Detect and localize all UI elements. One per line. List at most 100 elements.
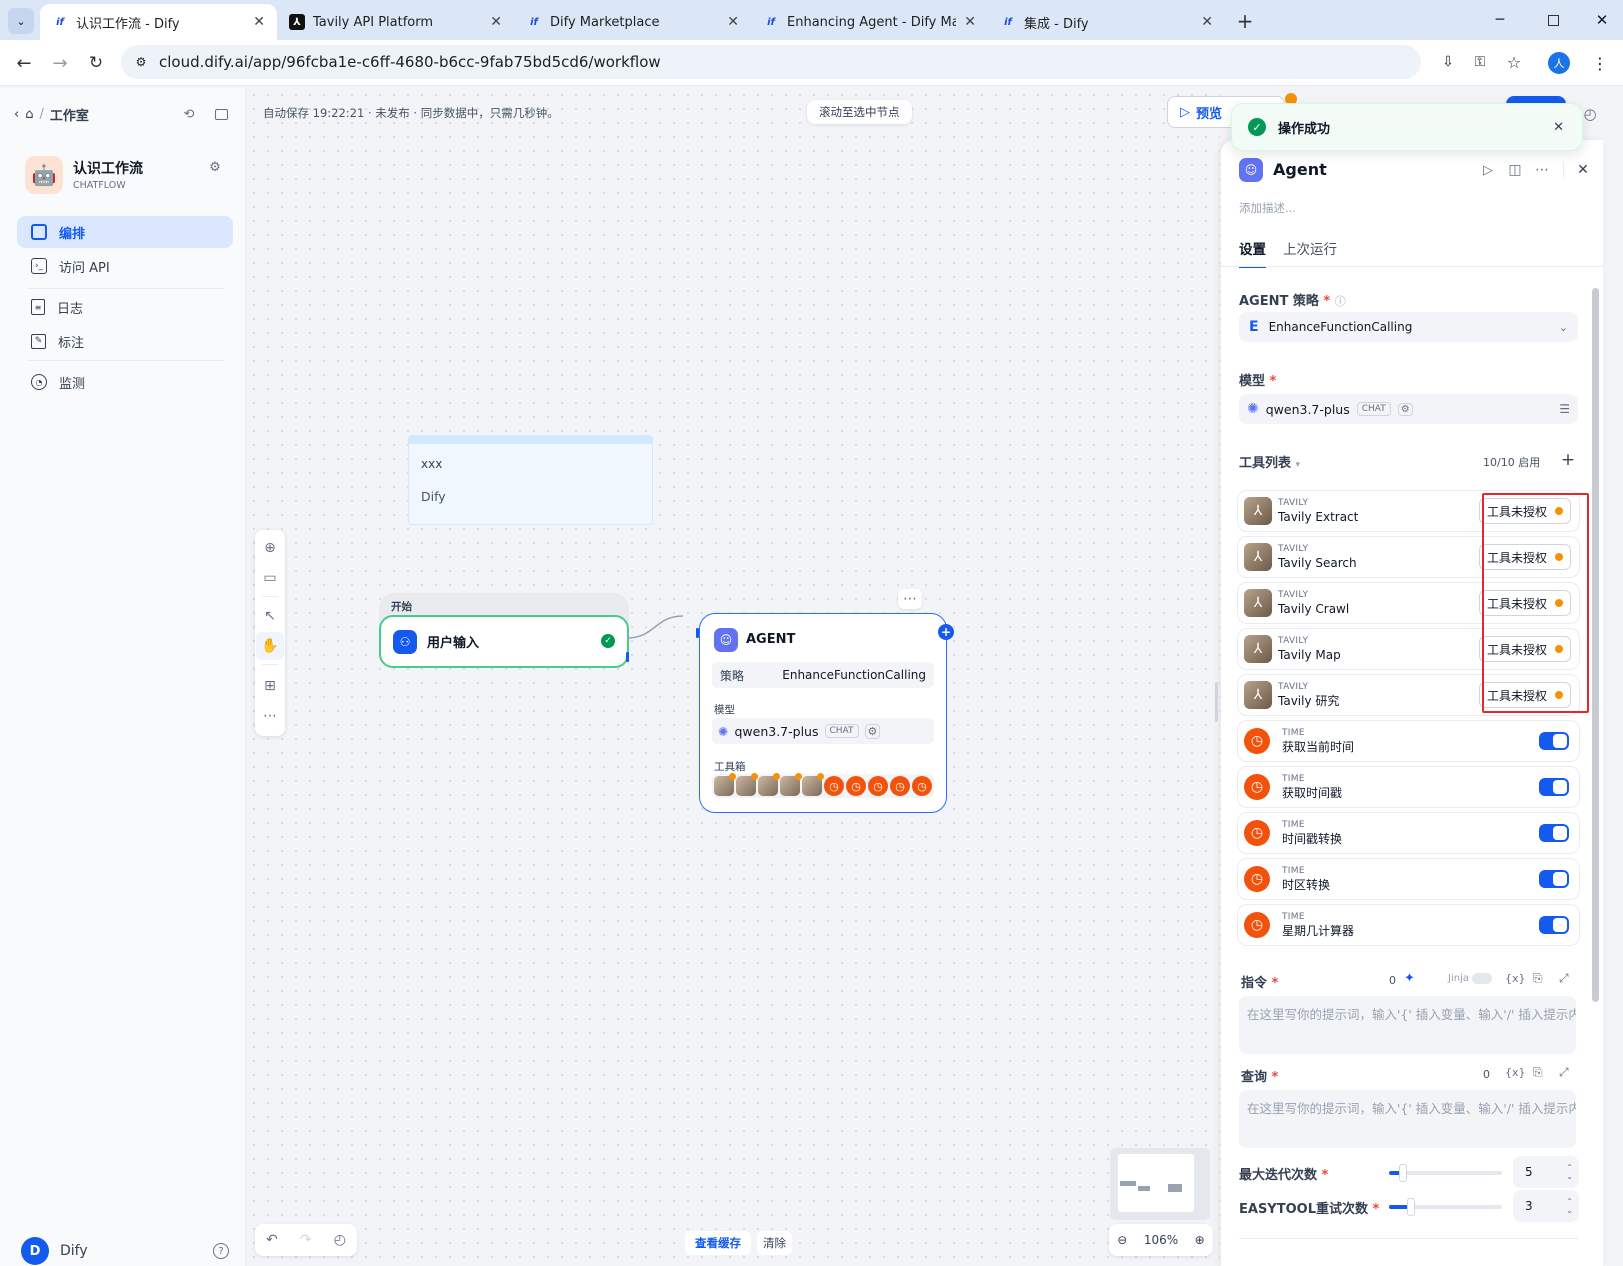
url-input[interactable]: ⚙ cloud.dify.ai/app/96fcba1e-c6ff-4680-b… xyxy=(121,45,1521,79)
breadcrumb-studio[interactable]: 工作室 xyxy=(50,105,89,124)
run-node-icon[interactable]: ▷ xyxy=(1478,160,1498,180)
collapse-sidebar-icon[interactable] xyxy=(212,105,230,123)
max-iter-slider[interactable] xyxy=(1389,1164,1502,1182)
nav-api[interactable]: ›_ 访问 API xyxy=(17,250,233,282)
source-handle[interactable] xyxy=(626,652,629,662)
add-node-icon[interactable]: ⊕ xyxy=(256,534,284,562)
model-select[interactable]: ✺ qwen3.7-plus CHAT ⚙ ☰ xyxy=(1239,394,1578,424)
home-icon[interactable]: ⌂ xyxy=(25,107,33,122)
slider-handle[interactable] xyxy=(1399,1164,1407,1182)
tool-item[interactable]: ◷ TIME 星期几计算器 xyxy=(1237,904,1580,946)
tool-enable-toggle[interactable] xyxy=(1539,870,1569,888)
maximize-icon[interactable] xyxy=(1543,10,1563,30)
help-icon[interactable]: ? xyxy=(213,1243,229,1259)
redo-icon[interactable]: ↷ xyxy=(300,1232,312,1248)
nav-monitor[interactable]: ◔ 监测 xyxy=(17,366,233,398)
start-node[interactable]: 开始 ⚇ 用户输入 ✓ xyxy=(379,593,629,668)
minimize-icon[interactable]: ─ xyxy=(1490,10,1510,30)
history-icon[interactable]: ◴ xyxy=(1580,104,1600,124)
instruction-input[interactable]: 在这里写你的提示词，输入'{' 插入变量、输入'/' 插入提示内容块 xyxy=(1239,996,1576,1054)
scroll-to-node-button[interactable]: 滚动至选中节点 xyxy=(807,100,912,124)
tool-enable-toggle[interactable] xyxy=(1539,778,1569,796)
app-settings-icon[interactable]: ⚙ xyxy=(206,158,224,176)
expand-icon[interactable]: ⤢ xyxy=(1559,971,1569,986)
more-icon[interactable]: ⋯ xyxy=(1532,160,1552,180)
tool-enable-toggle[interactable] xyxy=(1539,732,1569,750)
tool-enable-toggle[interactable] xyxy=(1539,916,1569,934)
minimap[interactable] xyxy=(1110,1148,1210,1220)
close-icon[interactable]: ✕ xyxy=(964,14,976,30)
copy-icon[interactable]: ⎘ xyxy=(1533,971,1543,986)
tool-item[interactable]: ◷ TIME 获取时间戳 xyxy=(1237,766,1580,808)
back-icon[interactable]: ← xyxy=(12,51,36,75)
reload-icon[interactable]: ↻ xyxy=(84,51,108,75)
jinja-toggle[interactable]: Jinja xyxy=(1448,973,1492,984)
browser-menu-icon[interactable]: ⋮ xyxy=(1590,52,1610,74)
nav-logs[interactable]: ≡ 日志 xyxy=(17,291,233,323)
close-icon[interactable]: ✕ xyxy=(1553,120,1564,135)
copy-icon[interactable]: ⎘ xyxy=(1533,1065,1543,1080)
tab-last-run[interactable]: 上次运行 xyxy=(1283,238,1337,258)
zoom-in-icon[interactable]: ⊕ xyxy=(1195,1233,1205,1247)
organize-icon[interactable]: ⊞ xyxy=(256,672,284,700)
stepper-icon[interactable]: ⌃ ⌄ xyxy=(1566,1163,1573,1181)
panel-title[interactable]: Agent xyxy=(1273,160,1327,179)
tab-1[interactable]: if 认识工作流 - Dify ✕ xyxy=(40,4,277,40)
tab-4[interactable]: if Enhancing Agent - Dify Mark ✕ xyxy=(751,4,988,40)
ai-generate-icon[interactable]: ✦ xyxy=(1404,971,1415,986)
max-iter-input[interactable]: 5 ⌃ ⌄ xyxy=(1513,1156,1579,1188)
insert-variable-icon[interactable]: {x} xyxy=(1505,1066,1526,1079)
window-close-icon[interactable]: ✕ xyxy=(1592,10,1612,30)
hand-icon[interactable]: ✋ xyxy=(256,632,284,660)
retry-input[interactable]: 3 ⌃ ⌄ xyxy=(1513,1190,1579,1222)
close-icon[interactable]: ✕ xyxy=(1201,14,1213,30)
tool-item[interactable]: ◷ TIME 时区转换 xyxy=(1237,858,1580,900)
chevron-left-icon[interactable]: ‹ xyxy=(14,107,19,122)
tab-3[interactable]: if Dify Marketplace ✕ xyxy=(514,4,751,40)
user-name[interactable]: Dify xyxy=(60,1243,88,1259)
query-input[interactable]: 在这里写你的提示词，输入'{' 插入变量、输入'/' 插入提示内容块 xyxy=(1239,1090,1576,1148)
close-icon[interactable]: ✕ xyxy=(253,14,265,30)
clear-button[interactable]: 清除 xyxy=(757,1231,792,1255)
workflow-canvas[interactable]: 自动保存 19:22:21 · 未发布 · 同步数据中，只需几秒钟。 滚动至选中… xyxy=(247,88,1566,1266)
bookmark-star-icon[interactable]: ☆ xyxy=(1505,53,1523,72)
expand-icon[interactable]: ⤢ xyxy=(1559,1065,1569,1080)
tool-item[interactable]: ◷ TIME 时间戳转换 xyxy=(1237,812,1580,854)
tab-settings[interactable]: 设置 xyxy=(1239,238,1266,268)
password-key-icon[interactable]: ⚿ xyxy=(1471,53,1489,71)
model-params-icon[interactable]: ☰ xyxy=(1559,402,1570,416)
insert-variable-icon[interactable]: {x} xyxy=(1505,972,1526,985)
profile-avatar[interactable]: 人 xyxy=(1548,52,1570,74)
undo-icon[interactable]: ↶ xyxy=(266,1232,278,1248)
note-node[interactable]: xxx Dify xyxy=(408,435,653,525)
close-panel-icon[interactable]: ✕ xyxy=(1573,160,1593,180)
retry-slider[interactable] xyxy=(1389,1198,1502,1216)
add-tool-icon[interactable]: + xyxy=(1558,450,1578,470)
strategy-select[interactable]: E EnhanceFunctionCalling ⌄ xyxy=(1239,312,1578,342)
site-settings-icon[interactable]: ⚙ xyxy=(133,54,149,70)
sync-icon[interactable]: ⟲ xyxy=(180,105,198,123)
tool-item[interactable]: ◷ TIME 获取当前时间 xyxy=(1237,720,1580,762)
tab-5[interactable]: if 集成 - Dify ✕ xyxy=(988,4,1225,40)
panel-scrollbar[interactable] xyxy=(1592,288,1599,1002)
tool-enable-toggle[interactable] xyxy=(1539,824,1569,842)
add-next-node-icon[interactable]: + xyxy=(938,624,954,640)
new-tab-icon[interactable]: + xyxy=(1232,8,1258,34)
nav-orchestrate[interactable]: 编排 xyxy=(17,216,233,248)
nav-annotation[interactable]: ✎ 标注 xyxy=(17,325,233,357)
slider-handle[interactable] xyxy=(1407,1198,1415,1216)
tab-2[interactable]: ⅄ Tavily API Platform ✕ xyxy=(277,4,514,40)
zoom-out-icon[interactable]: ⊖ xyxy=(1117,1233,1127,1247)
install-icon[interactable]: ⇩ xyxy=(1439,53,1457,71)
stepper-icon[interactable]: ⌃ ⌄ xyxy=(1566,1197,1573,1215)
add-note-icon[interactable]: ▭ xyxy=(256,564,284,592)
close-icon[interactable]: ✕ xyxy=(490,14,502,30)
agent-node[interactable]: ☺ AGENT 策略 EnhanceFunctionCalling 模型 ✺ q… xyxy=(699,613,954,813)
caret-down-icon[interactable]: ▾ xyxy=(1296,460,1301,470)
close-icon[interactable]: ✕ xyxy=(727,14,739,30)
panel-resize-handle[interactable] xyxy=(1215,682,1218,722)
pointer-icon[interactable]: ↖ xyxy=(256,602,284,630)
target-handle[interactable] xyxy=(696,628,699,638)
node-more-icon[interactable]: ⋯ xyxy=(898,589,922,609)
tab-list-button[interactable]: ⌄ xyxy=(8,8,34,34)
